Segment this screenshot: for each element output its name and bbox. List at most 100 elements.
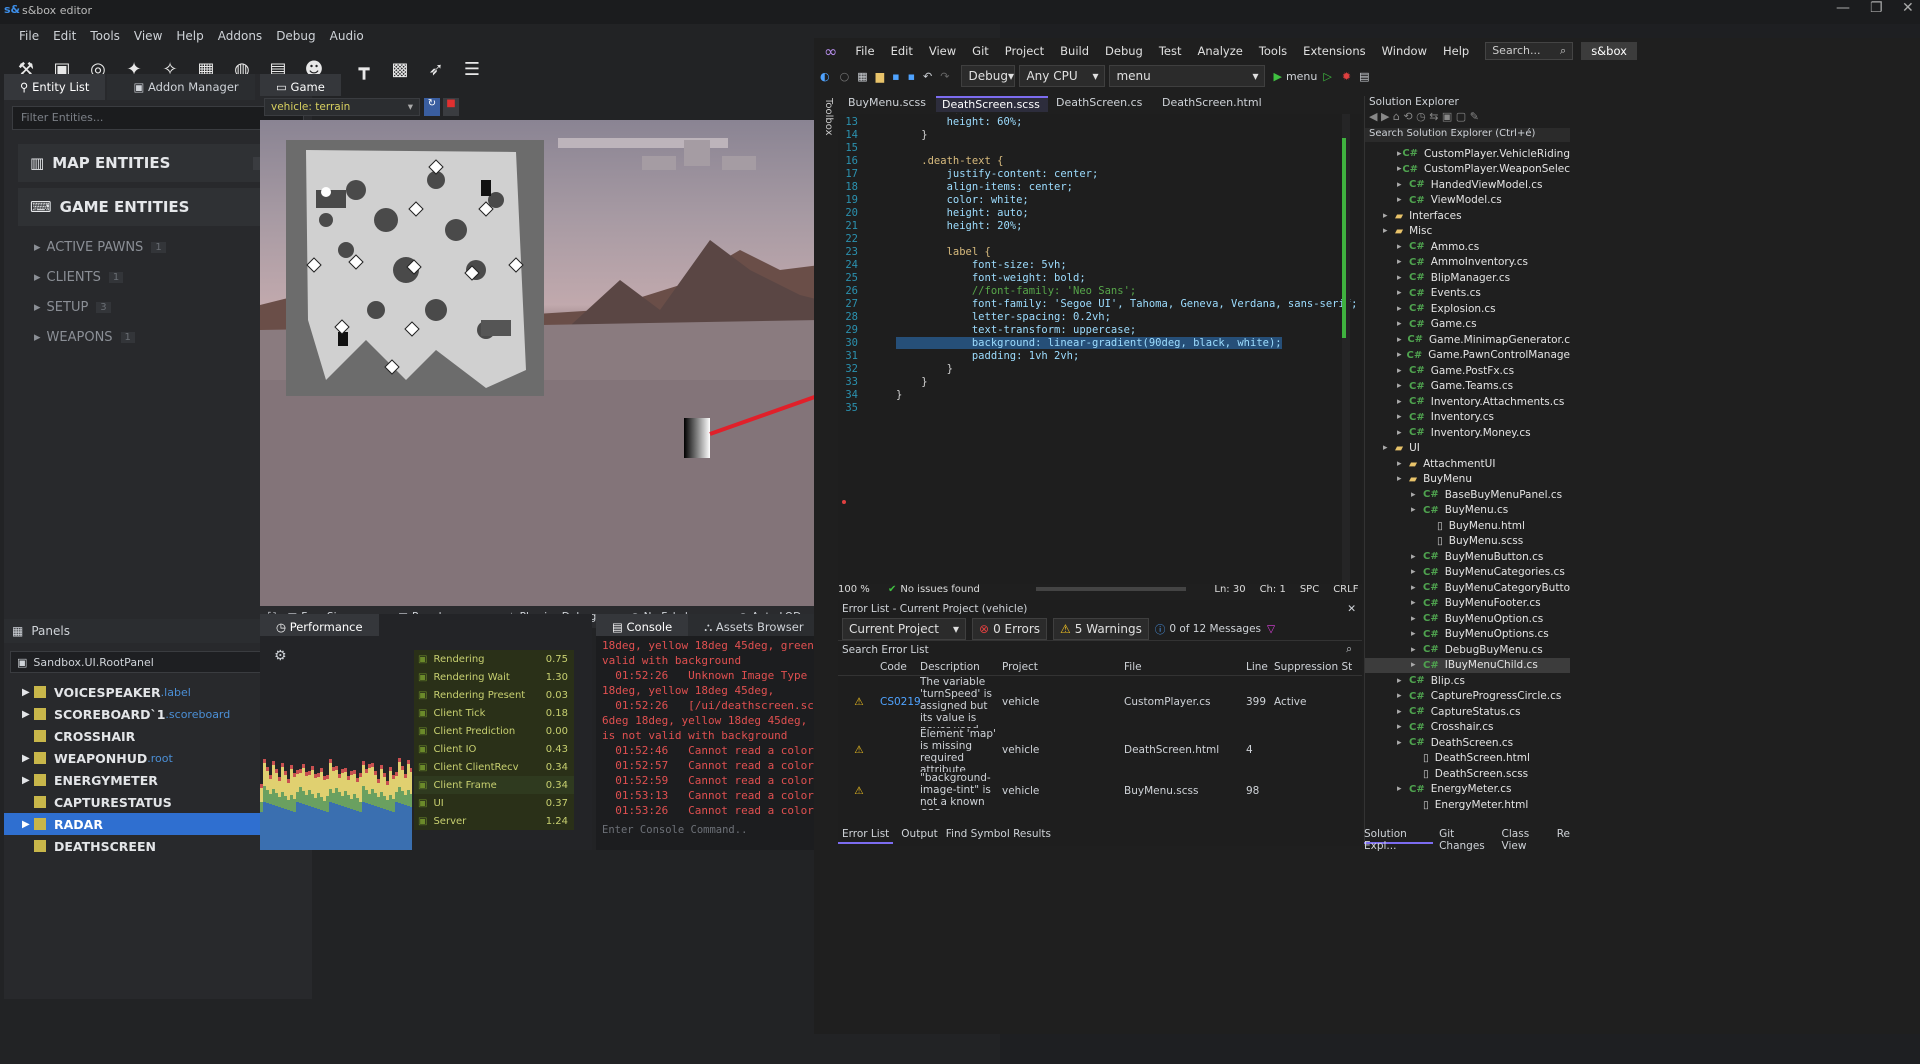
expand-chevron-icon[interactable]: ▸ <box>1397 180 1409 190</box>
back-icon[interactable]: ◐ <box>814 70 836 83</box>
open-folder-icon[interactable]: ▆ <box>872 70 888 83</box>
console-command-input[interactable]: Enter Console Command.. <box>602 824 747 836</box>
tab-solution-explorer[interactable]: Solution Expl... <box>1364 828 1434 852</box>
toolbar-more-icon[interactable]: ▤ <box>1355 70 1373 83</box>
vs-menu-git[interactable]: Git <box>964 44 997 58</box>
vs-menu-build[interactable]: Build <box>1052 44 1097 58</box>
solution-item[interactable]: ▸ C# DeathScreen.cs <box>1365 735 1570 751</box>
expand-chevron-icon[interactable]: ▸ <box>1383 443 1395 453</box>
expand-chevron-icon[interactable]: ▸ <box>1397 459 1409 469</box>
map-entities-group[interactable]: ▥ MAP ENTITIES 155 <box>18 144 298 182</box>
solution-item[interactable]: ▸ C# Ammo.cs <box>1365 239 1570 255</box>
solution-item[interactable]: ▸ C# Inventory.cs <box>1365 410 1570 426</box>
vs-menu-file[interactable]: File <box>847 44 882 58</box>
solution-item[interactable]: ▸ C# BuyMenuFooter.cs <box>1365 596 1570 612</box>
vs-search-input[interactable]: Search... ⌕ <box>1485 42 1574 60</box>
solution-item[interactable]: ▯ BuyMenu.scss <box>1365 534 1570 550</box>
close-icon[interactable]: ✕ <box>1347 603 1356 615</box>
expand-chevron-icon[interactable]: ▸ <box>1397 784 1409 794</box>
col-suppression[interactable]: Suppression St <box>1274 661 1352 673</box>
vs-menu-help[interactable]: Help <box>1435 44 1477 58</box>
zoom-level[interactable]: 100 % <box>838 584 888 595</box>
expand-chevron-icon[interactable]: ▸ <box>1411 598 1423 608</box>
expand-chevron-icon[interactable]: ▸ <box>1397 366 1409 376</box>
perf-row[interactable]: ▣ UI 0.37 <box>414 794 574 812</box>
expand-chevron-icon[interactable]: ▸ <box>1397 412 1409 422</box>
solution-item[interactable]: ▸ C# Events.cs <box>1365 286 1570 302</box>
vs-menu-project[interactable]: Project <box>997 44 1052 58</box>
solution-item[interactable]: ▸ C# Inventory.Attachments.cs <box>1365 394 1570 410</box>
expand-chevron-icon[interactable]: ▸ <box>1397 350 1406 360</box>
vehicle-select[interactable]: vehicle: terrain ▾ <box>264 98 420 116</box>
col-description[interactable]: Description <box>920 661 1002 673</box>
tab-deathscreen-scss[interactable]: DeathScreen.scss ⊸ ✕ <box>936 96 1048 124</box>
solution-item[interactable]: ▸ ▰ Misc <box>1365 224 1570 240</box>
menu-audio[interactable]: Audio <box>323 26 371 46</box>
expand-chevron-icon[interactable]: ▸ <box>1383 211 1395 221</box>
tab-performance[interactable]: ◷ Performance <box>260 614 379 636</box>
solution-item[interactable]: ▸ C# CustomPlayer.WeaponSelec <box>1365 162 1570 178</box>
solution-item[interactable]: ▸ C# BuyMenuOptions.cs <box>1365 627 1570 643</box>
expand-chevron-icon[interactable]: ▸ <box>1397 195 1409 205</box>
vs-menu-analyze[interactable]: Analyze <box>1190 44 1251 58</box>
solution-item[interactable]: ▸ C# Game.Teams.cs <box>1365 379 1570 395</box>
expand-chevron-icon[interactable]: ▸ <box>1411 645 1423 655</box>
expand-chevron-icon[interactable]: ▸ <box>1411 505 1423 515</box>
expand-chevron-icon[interactable]: ▸ <box>1411 583 1423 593</box>
expand-chevron-icon[interactable]: ▸ <box>1397 257 1409 267</box>
expand-chevron-icon[interactable]: ▸ <box>1411 567 1423 577</box>
solution-item[interactable]: ▸ C# Game.PostFx.cs <box>1365 363 1570 379</box>
expand-chevron-icon[interactable]: ▸ <box>1397 319 1409 329</box>
solution-item[interactable]: ▯ BuyMenu.html <box>1365 518 1570 534</box>
solution-item[interactable]: ▸ C# Game.MinimapGenerator.c <box>1365 332 1570 348</box>
filter-icon[interactable]: ▽ <box>1267 623 1275 635</box>
expand-chevron-icon[interactable]: ▸ <box>1397 722 1409 732</box>
expand-chevron-icon[interactable]: ▸ <box>1397 335 1407 345</box>
tab-console[interactable]: ▤ Console <box>596 614 689 636</box>
vs-menu-extensions[interactable]: Extensions <box>1295 44 1373 58</box>
tab-addon-manager[interactable]: ▣ Addon Manager <box>107 74 255 100</box>
expand-chevron-icon[interactable]: ▸ <box>1383 226 1395 236</box>
expand-chevron-icon[interactable]: ▸ <box>1411 629 1423 639</box>
solution-item[interactable]: ▸ C# Blip.cs <box>1365 673 1570 689</box>
minimize-icon[interactable]: — <box>1836 0 1850 16</box>
maximize-icon[interactable]: ❐ <box>1870 0 1883 16</box>
game-entities-group[interactable]: ⌨ GAME ENTITIES 6 <box>18 188 298 226</box>
expand-chevron-icon[interactable]: ▸ <box>1397 691 1409 701</box>
col-code[interactable]: Code <box>880 661 920 673</box>
tab-class-view[interactable]: Class View <box>1502 828 1551 852</box>
close-icon[interactable]: ✕ <box>1902 0 1914 16</box>
solution-item[interactable]: ▸ C# BuyMenuCategoryButto <box>1365 580 1570 596</box>
perf-row[interactable]: ▣ Client ClientRecv 0.34 <box>414 758 574 776</box>
col-project[interactable]: Project <box>1002 661 1124 673</box>
expand-chevron-icon[interactable]: ▸ <box>1397 304 1409 314</box>
errors-filter-button[interactable]: ⊗ 0 Errors <box>972 618 1048 640</box>
expand-chevron-icon[interactable]: ▸ <box>1411 490 1423 500</box>
run-icon[interactable]: ▶ <box>1269 70 1285 83</box>
expand-chevron-icon[interactable]: ▸ <box>1397 676 1409 686</box>
solution-item[interactable]: ▯ DeathScreen.scss <box>1365 766 1570 782</box>
horizontal-scrollbar[interactable] <box>1036 587 1187 591</box>
stop-button[interactable]: ■ <box>443 98 459 116</box>
tab-deathscreen-html[interactable]: DeathScreen.html <box>1154 96 1274 112</box>
tab-deathscreen-cs[interactable]: DeathScreen.cs <box>1048 96 1154 112</box>
perf-row[interactable]: ▣ Client Prediction 0.00 <box>414 722 574 740</box>
new-item-icon[interactable]: ▦ <box>853 70 871 83</box>
expand-chevron-icon[interactable]: ▸ <box>1397 738 1409 748</box>
perf-row[interactable]: ▣ Client Tick 0.18 <box>414 704 574 722</box>
expand-chevron-icon[interactable]: ▸ <box>1411 660 1423 670</box>
solution-item[interactable]: ▸ C# BuyMenuButton.cs <box>1365 549 1570 565</box>
tab-entity-list[interactable]: ⚲ Entity List <box>4 74 106 100</box>
warnings-filter-button[interactable]: ⚠ 5 Warnings <box>1053 618 1149 640</box>
solution-item[interactable]: ▸ C# Inventory.Money.cs <box>1365 425 1570 441</box>
expand-chevron-icon[interactable]: ▸ <box>1397 288 1409 298</box>
menu-view[interactable]: View <box>127 26 169 46</box>
solution-item[interactable]: ▸ C# IBuyMenuChild.cs <box>1365 657 1570 673</box>
tab-assets-browser[interactable]: ⛬ Assets Browser <box>688 614 820 636</box>
error-row[interactable]: ⚠ CS0219 The variable 'turnSpeed' is assig… <box>838 676 1362 728</box>
vs-menu-view[interactable]: View <box>921 44 964 58</box>
run-label[interactable]: menu <box>1286 70 1317 83</box>
solution-item[interactable]: ▸ ▰ UI <box>1365 441 1570 457</box>
expand-chevron-icon[interactable]: ▸ <box>1397 381 1409 391</box>
vs-menu-test[interactable]: Test <box>1151 44 1190 58</box>
